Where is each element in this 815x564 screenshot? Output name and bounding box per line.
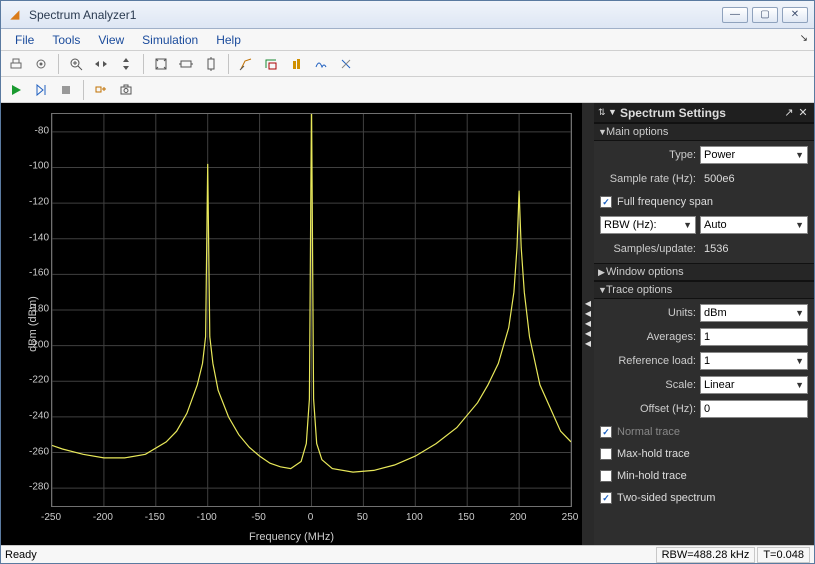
- status-time: T=0.048: [757, 547, 810, 563]
- panel-toggle-column[interactable]: ◀◀◀◀◀: [582, 103, 594, 545]
- peak-finder-icon[interactable]: [285, 53, 307, 75]
- units-select[interactable]: dBm▼: [700, 304, 808, 322]
- ccdf-icon[interactable]: [335, 53, 357, 75]
- samplerate-label: Sample rate (Hz):: [600, 173, 696, 185]
- trace-options-header[interactable]: ▼Trace options: [594, 281, 814, 299]
- fullspan-checkbox[interactable]: ✓Full frequency span: [600, 193, 808, 211]
- signal-stats-icon[interactable]: [260, 53, 282, 75]
- close-button[interactable]: ✕: [782, 7, 808, 23]
- snapshot-icon[interactable]: [115, 79, 137, 101]
- app-icon: ◢: [7, 7, 23, 23]
- chart-panel: dBm (dBm) Frequency (MHz) -80-100-120-14…: [1, 103, 582, 545]
- averages-label: Averages:: [600, 331, 696, 343]
- zoom-in-icon[interactable]: [65, 53, 87, 75]
- menu-simulation[interactable]: Simulation: [134, 31, 206, 49]
- autoscale-y-icon[interactable]: [200, 53, 222, 75]
- refload-label: Reference load:: [600, 355, 696, 367]
- undock-panel-icon[interactable]: ↗: [782, 106, 796, 119]
- minimize-button[interactable]: —: [722, 7, 748, 23]
- menu-view[interactable]: View: [90, 31, 132, 49]
- x-axis-label: Frequency (MHz): [249, 531, 334, 543]
- samplerate-value: 500e6: [700, 173, 735, 185]
- run-icon[interactable]: [5, 79, 27, 101]
- samplesupdate-label: Samples/update:: [600, 243, 696, 255]
- step-forward-icon[interactable]: [30, 79, 52, 101]
- minhold-checkbox[interactable]: Min-hold trace: [600, 467, 808, 485]
- toolbar-2: [1, 77, 814, 103]
- maxhold-checkbox[interactable]: Max-hold trace: [600, 445, 808, 463]
- twosided-checkbox[interactable]: ✓Two-sided spectrum: [600, 489, 808, 507]
- type-label: Type:: [600, 149, 696, 161]
- averages-input[interactable]: 1: [700, 328, 808, 346]
- settings-title: Spectrum Settings: [620, 106, 782, 120]
- normal-trace-checkbox[interactable]: ✓Normal trace: [600, 423, 808, 441]
- menu-file[interactable]: File: [7, 31, 42, 49]
- window-title: Spectrum Analyzer1: [29, 8, 722, 22]
- cursor-measure-icon[interactable]: [235, 53, 257, 75]
- zoom-y-icon[interactable]: [115, 53, 137, 75]
- scale-select[interactable]: Linear▼: [700, 376, 808, 394]
- titlebar: ◢ Spectrum Analyzer1 — ▢ ✕: [1, 1, 814, 29]
- rbw-label-select[interactable]: RBW (Hz):▼: [600, 216, 696, 234]
- print-icon[interactable]: [5, 53, 27, 75]
- statusbar: Ready RBW=488.28 kHz T=0.048: [1, 545, 814, 563]
- window-options-header[interactable]: ▶Window options: [594, 263, 814, 281]
- settings-panel: ⇅ ▼ Spectrum Settings ↗ ✕ ▼Main options …: [594, 103, 814, 545]
- chart-area[interactable]: [51, 113, 572, 507]
- zoom-x-icon[interactable]: [90, 53, 112, 75]
- refload-select[interactable]: 1▼: [700, 352, 808, 370]
- offset-input[interactable]: 0: [700, 400, 808, 418]
- samplesupdate-value: 1536: [700, 243, 728, 255]
- status-ready: Ready: [5, 549, 654, 561]
- autoscale-icon[interactable]: [150, 53, 172, 75]
- maximize-button[interactable]: ▢: [752, 7, 778, 23]
- status-rbw: RBW=488.28 kHz: [656, 547, 756, 563]
- menubar: File Tools View Simulation Help ↘: [1, 29, 814, 51]
- autoscale-x-icon[interactable]: [175, 53, 197, 75]
- settings-header: ⇅ ▼ Spectrum Settings ↗ ✕: [594, 103, 814, 123]
- scale-label: Scale:: [600, 379, 696, 391]
- main-area: dBm (dBm) Frequency (MHz) -80-100-120-14…: [1, 103, 814, 545]
- highlight-block-icon[interactable]: [90, 79, 112, 101]
- close-panel-icon[interactable]: ✕: [796, 106, 810, 119]
- settings-gear-icon[interactable]: [30, 53, 52, 75]
- menu-help[interactable]: Help: [208, 31, 249, 49]
- stop-icon[interactable]: [55, 79, 77, 101]
- rbw-value-select[interactable]: Auto▼: [700, 216, 808, 234]
- offset-label: Offset (Hz):: [600, 403, 696, 415]
- menu-tools[interactable]: Tools: [44, 31, 88, 49]
- undock-icon[interactable]: ↘: [800, 33, 808, 44]
- toolbar-1: [1, 51, 814, 77]
- units-label: Units:: [600, 307, 696, 319]
- type-select[interactable]: Power▼: [700, 146, 808, 164]
- distortion-icon[interactable]: [310, 53, 332, 75]
- main-options-header[interactable]: ▼Main options: [594, 123, 814, 141]
